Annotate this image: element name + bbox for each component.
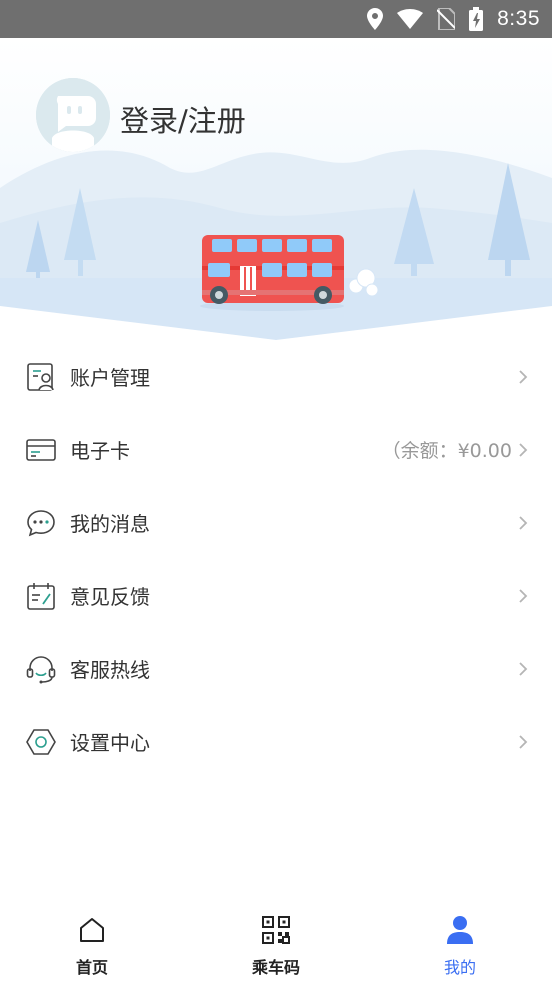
ecard-balance: （余额：¥0.00	[381, 440, 512, 462]
chevron-right-icon	[518, 513, 532, 533]
message-icon	[24, 506, 58, 540]
settings-icon	[24, 725, 58, 759]
menu-label-ecard: 电子卡	[70, 439, 130, 463]
battery-charging-icon	[469, 7, 484, 31]
nav-ride-code[interactable]: 乘车码	[184, 900, 368, 981]
nav-label-mine: 我的	[443, 958, 476, 977]
status-bar: 8:35	[0, 0, 552, 38]
menu-label-settings: 设置中心	[70, 731, 150, 755]
menu-label-account: 账户管理	[70, 366, 150, 390]
account-manage-icon	[24, 360, 58, 394]
location-icon	[367, 8, 384, 30]
home-icon	[78, 914, 106, 946]
menu-label-hotline: 客服热线	[70, 658, 150, 682]
card-icon	[24, 433, 58, 467]
profile-icon	[446, 914, 474, 946]
menu-item-feedback[interactable]: 意见反馈	[0, 559, 552, 632]
avatar[interactable]	[36, 78, 110, 152]
nav-mine[interactable]: 我的	[368, 900, 552, 981]
menu-item-hotline[interactable]: 客服热线	[0, 632, 552, 705]
nav-home[interactable]: 首页	[0, 900, 184, 981]
chevron-right-icon	[518, 732, 532, 752]
feedback-icon	[24, 579, 58, 613]
qr-code-icon	[261, 914, 291, 946]
chevron-right-icon	[518, 440, 532, 460]
wifi-icon	[397, 9, 424, 29]
no-sim-icon	[437, 8, 456, 30]
status-time: 8:35	[497, 7, 540, 30]
nav-label-ride-code: 乘车码	[251, 958, 300, 977]
login-register-link[interactable]: 登录/注册	[120, 98, 246, 140]
profile-banner: 登录/注册	[0, 38, 552, 340]
headset-icon	[24, 652, 58, 686]
chevron-right-icon	[518, 659, 532, 679]
menu-item-ecard[interactable]: 电子卡 （余额：¥0.00	[0, 413, 552, 486]
chevron-right-icon	[518, 586, 532, 606]
menu-item-account[interactable]: 账户管理	[0, 340, 552, 413]
menu-list: 账户管理 电子卡 （余额：¥0.00 我的消息 意见反馈 客服热线 设置中心	[0, 340, 552, 778]
chevron-right-icon	[518, 367, 532, 387]
menu-label-messages: 我的消息	[70, 512, 150, 536]
nav-label-home: 首页	[75, 958, 108, 977]
bottom-nav: 首页 乘车码 我的	[0, 900, 552, 981]
menu-item-messages[interactable]: 我的消息	[0, 486, 552, 559]
menu-item-settings[interactable]: 设置中心	[0, 705, 552, 778]
menu-label-feedback: 意见反馈	[70, 585, 150, 609]
avatar-robot-icon	[36, 78, 110, 152]
